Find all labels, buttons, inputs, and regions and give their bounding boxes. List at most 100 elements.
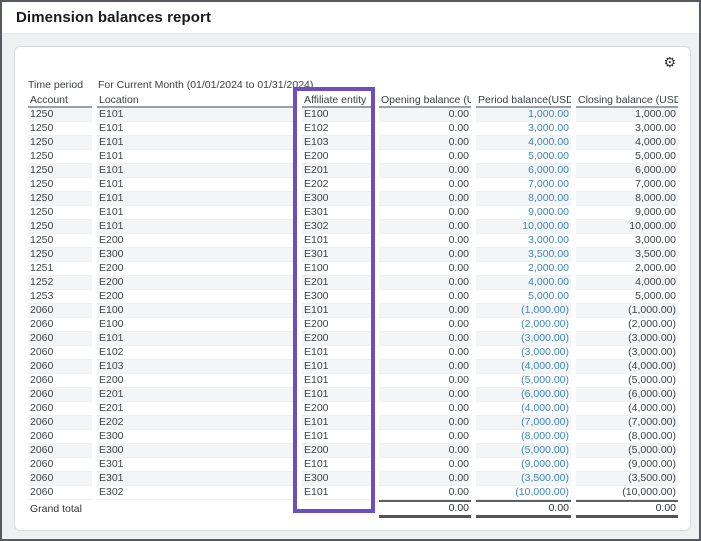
column-header-closing-balance-usd: Closing balance (USD) xyxy=(576,93,678,108)
table-row: 2060E202E1010.00(7,000.00)(7,000.00) xyxy=(28,416,678,430)
closing-balance-usd-cell: 9,000.00 xyxy=(576,206,678,220)
closing-balance-usd-cell: 8,000.00 xyxy=(576,192,678,206)
affiliate-entity-cell: E101 xyxy=(302,458,374,472)
affiliate-entity-cell: E101 xyxy=(302,486,374,500)
location-cell: E101 xyxy=(97,108,297,122)
account-cell: 2060 xyxy=(28,402,92,416)
period-balance-link[interactable]: 1,000.00 xyxy=(476,108,571,122)
period-balance-link[interactable]: (5,000.00) xyxy=(476,444,571,458)
period-balance-link[interactable]: 3,000.00 xyxy=(476,234,571,248)
affiliate-entity-cell: E101 xyxy=(302,388,374,402)
opening-balance-usd-cell: 0.00 xyxy=(379,458,471,472)
grand-total-closing: 0.00 xyxy=(576,500,678,518)
table-row: 1250E200E1010.003,000.003,000.00 xyxy=(28,234,678,248)
period-balance-link[interactable]: (3,000.00) xyxy=(476,332,571,346)
location-cell: E101 xyxy=(97,206,297,220)
location-cell: E301 xyxy=(97,458,297,472)
column-header-period-balance-usd: Period balance(USD) xyxy=(476,93,571,108)
affiliate-entity-cell: E101 xyxy=(302,416,374,430)
affiliate-entity-cell: E202 xyxy=(302,178,374,192)
period-balance-link[interactable]: 6,000.00 xyxy=(476,164,571,178)
period-balance-link[interactable]: 4,000.00 xyxy=(476,136,571,150)
location-cell: E200 xyxy=(97,374,297,388)
location-cell: E101 xyxy=(97,332,297,346)
opening-balance-usd-cell: 0.00 xyxy=(379,220,471,234)
period-balance-link[interactable]: 5,000.00 xyxy=(476,290,571,304)
table-row: 1250E101E3020.0010,000.0010,000.00 xyxy=(28,220,678,234)
closing-balance-usd-cell: 2,000.00 xyxy=(576,262,678,276)
period-balance-link[interactable]: (4,000.00) xyxy=(476,360,571,374)
period-balance-link[interactable]: 5,000.00 xyxy=(476,150,571,164)
location-cell: E101 xyxy=(97,164,297,178)
period-balance-link[interactable]: (8,000.00) xyxy=(476,430,571,444)
opening-balance-usd-cell: 0.00 xyxy=(379,430,471,444)
period-balance-link[interactable]: 8,000.00 xyxy=(476,192,571,206)
period-balance-link[interactable]: (10,000.00) xyxy=(476,486,571,500)
page-title: Dimension balances report xyxy=(16,9,211,26)
location-cell: E101 xyxy=(97,220,297,234)
location-cell: E301 xyxy=(97,472,297,486)
opening-balance-usd-cell: 0.00 xyxy=(379,304,471,318)
table-row: 1252E200E2010.004,000.004,000.00 xyxy=(28,276,678,290)
closing-balance-usd-cell: 1,000.00 xyxy=(576,108,678,122)
table-row: 2060E300E1010.00(8,000.00)(8,000.00) xyxy=(28,430,678,444)
period-balance-link[interactable]: 9,000.00 xyxy=(476,206,571,220)
period-balance-link[interactable]: 7,000.00 xyxy=(476,178,571,192)
period-balance-link[interactable]: (1,000.00) xyxy=(476,304,571,318)
opening-balance-usd-cell: 0.00 xyxy=(379,416,471,430)
account-cell: 1252 xyxy=(28,276,92,290)
table-row: 1250E101E2020.007,000.007,000.00 xyxy=(28,178,678,192)
closing-balance-usd-cell: (7,000.00) xyxy=(576,416,678,430)
time-period-label: Time period xyxy=(28,79,97,91)
column-header-affiliate-entity: Affiliate entity xyxy=(302,93,374,108)
affiliate-entity-cell: E201 xyxy=(302,276,374,290)
affiliate-entity-cell: E101 xyxy=(302,374,374,388)
closing-balance-usd-cell: (3,500.00) xyxy=(576,472,678,486)
affiliate-entity-cell: E103 xyxy=(302,136,374,150)
closing-balance-usd-cell: (2,000.00) xyxy=(576,318,678,332)
period-balance-link[interactable]: (5,000.00) xyxy=(476,374,571,388)
period-balance-link[interactable]: (9,000.00) xyxy=(476,458,571,472)
location-cell: E201 xyxy=(97,402,297,416)
period-balance-link[interactable]: 4,000.00 xyxy=(476,276,571,290)
closing-balance-usd-cell: (3,000.00) xyxy=(576,332,678,346)
period-balance-link[interactable]: 3,000.00 xyxy=(476,122,571,136)
opening-balance-usd-cell: 0.00 xyxy=(379,276,471,290)
location-cell: E101 xyxy=(97,150,297,164)
table-row: 2060E101E2000.00(3,000.00)(3,000.00) xyxy=(28,332,678,346)
opening-balance-usd-cell: 0.00 xyxy=(379,150,471,164)
period-balance-link[interactable]: (2,000.00) xyxy=(476,318,571,332)
period-balance-link[interactable]: 2,000.00 xyxy=(476,262,571,276)
period-balance-link[interactable]: (6,000.00) xyxy=(476,388,571,402)
period-balance-link[interactable]: 10,000.00 xyxy=(476,220,571,234)
account-cell: 2060 xyxy=(28,332,92,346)
account-cell: 1250 xyxy=(28,136,92,150)
closing-balance-usd-cell: 4,000.00 xyxy=(576,136,678,150)
period-balance-link[interactable]: (4,000.00) xyxy=(476,402,571,416)
affiliate-entity-cell: E101 xyxy=(302,346,374,360)
period-balance-link[interactable]: 3,500.00 xyxy=(476,248,571,262)
settings-gear-icon[interactable]: ⚙ xyxy=(663,53,676,71)
affiliate-entity-cell: E200 xyxy=(302,150,374,164)
account-cell: 1250 xyxy=(28,178,92,192)
period-balance-link[interactable]: (7,000.00) xyxy=(476,416,571,430)
grand-total-period: 0.00 xyxy=(476,500,571,518)
affiliate-entity-cell: E200 xyxy=(302,402,374,416)
period-balance-link[interactable]: (3,500.00) xyxy=(476,472,571,486)
location-cell: E302 xyxy=(97,486,297,500)
account-cell: 2060 xyxy=(28,304,92,318)
closing-balance-usd-cell: 7,000.00 xyxy=(576,178,678,192)
opening-balance-usd-cell: 0.00 xyxy=(379,178,471,192)
affiliate-entity-cell: E101 xyxy=(302,430,374,444)
account-cell: 1250 xyxy=(28,108,92,122)
opening-balance-usd-cell: 0.00 xyxy=(379,122,471,136)
opening-balance-usd-cell: 0.00 xyxy=(379,108,471,122)
affiliate-entity-cell: E300 xyxy=(302,192,374,206)
table-row: 2060E302E1010.00(10,000.00)(10,000.00) xyxy=(28,486,678,500)
opening-balance-usd-cell: 0.00 xyxy=(379,206,471,220)
affiliate-entity-cell: E101 xyxy=(302,360,374,374)
period-balance-link[interactable]: (3,000.00) xyxy=(476,346,571,360)
account-cell: 1250 xyxy=(28,220,92,234)
table-row: 1250E101E2010.006,000.006,000.00 xyxy=(28,164,678,178)
closing-balance-usd-cell: (4,000.00) xyxy=(576,360,678,374)
